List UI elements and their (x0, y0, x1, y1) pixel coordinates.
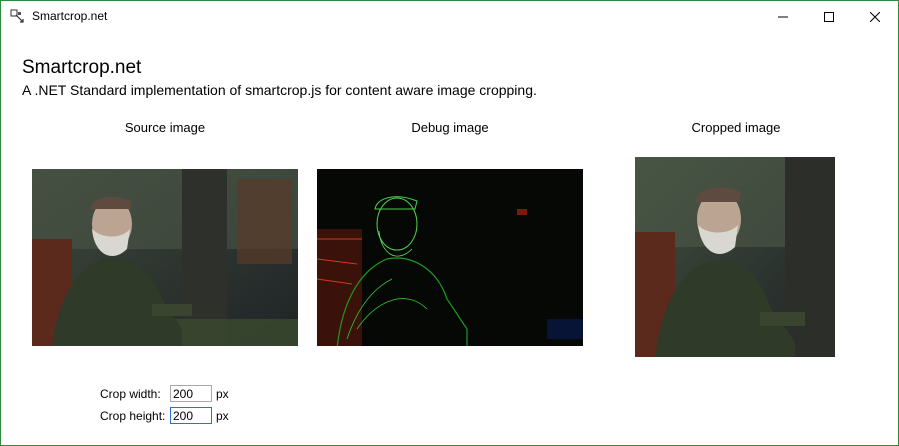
minimize-icon (778, 16, 788, 17)
crop-width-label: Crop width: (100, 387, 161, 401)
source-image-label: Source image (124, 120, 206, 135)
close-icon (870, 11, 880, 22)
maximize-button[interactable] (806, 1, 852, 32)
window-title: Smartcrop.net (32, 9, 108, 23)
app-window: Smartcrop.net Smartcrop.net A .NET Stand… (0, 0, 899, 446)
page-title: Smartcrop.net (22, 57, 142, 78)
crop-width-unit: px (216, 387, 229, 401)
minimize-button[interactable] (760, 1, 806, 32)
title-bar[interactable]: Smartcrop.net (1, 1, 898, 32)
app-icon (10, 9, 26, 25)
crop-height-input[interactable] (170, 407, 212, 424)
maximize-icon (824, 11, 834, 22)
source-image (32, 169, 298, 346)
cropped-image-label: Cropped image (691, 120, 781, 135)
crop-height-unit: px (216, 409, 229, 423)
page-subtitle: A .NET Standard implementation of smartc… (22, 82, 537, 98)
crop-height-label: Crop height: (100, 409, 166, 423)
debug-image (317, 169, 583, 346)
crop-width-input[interactable] (170, 385, 212, 402)
debug-image-label: Debug image (411, 120, 489, 135)
cropped-image (635, 157, 835, 357)
close-button[interactable] (852, 1, 898, 32)
